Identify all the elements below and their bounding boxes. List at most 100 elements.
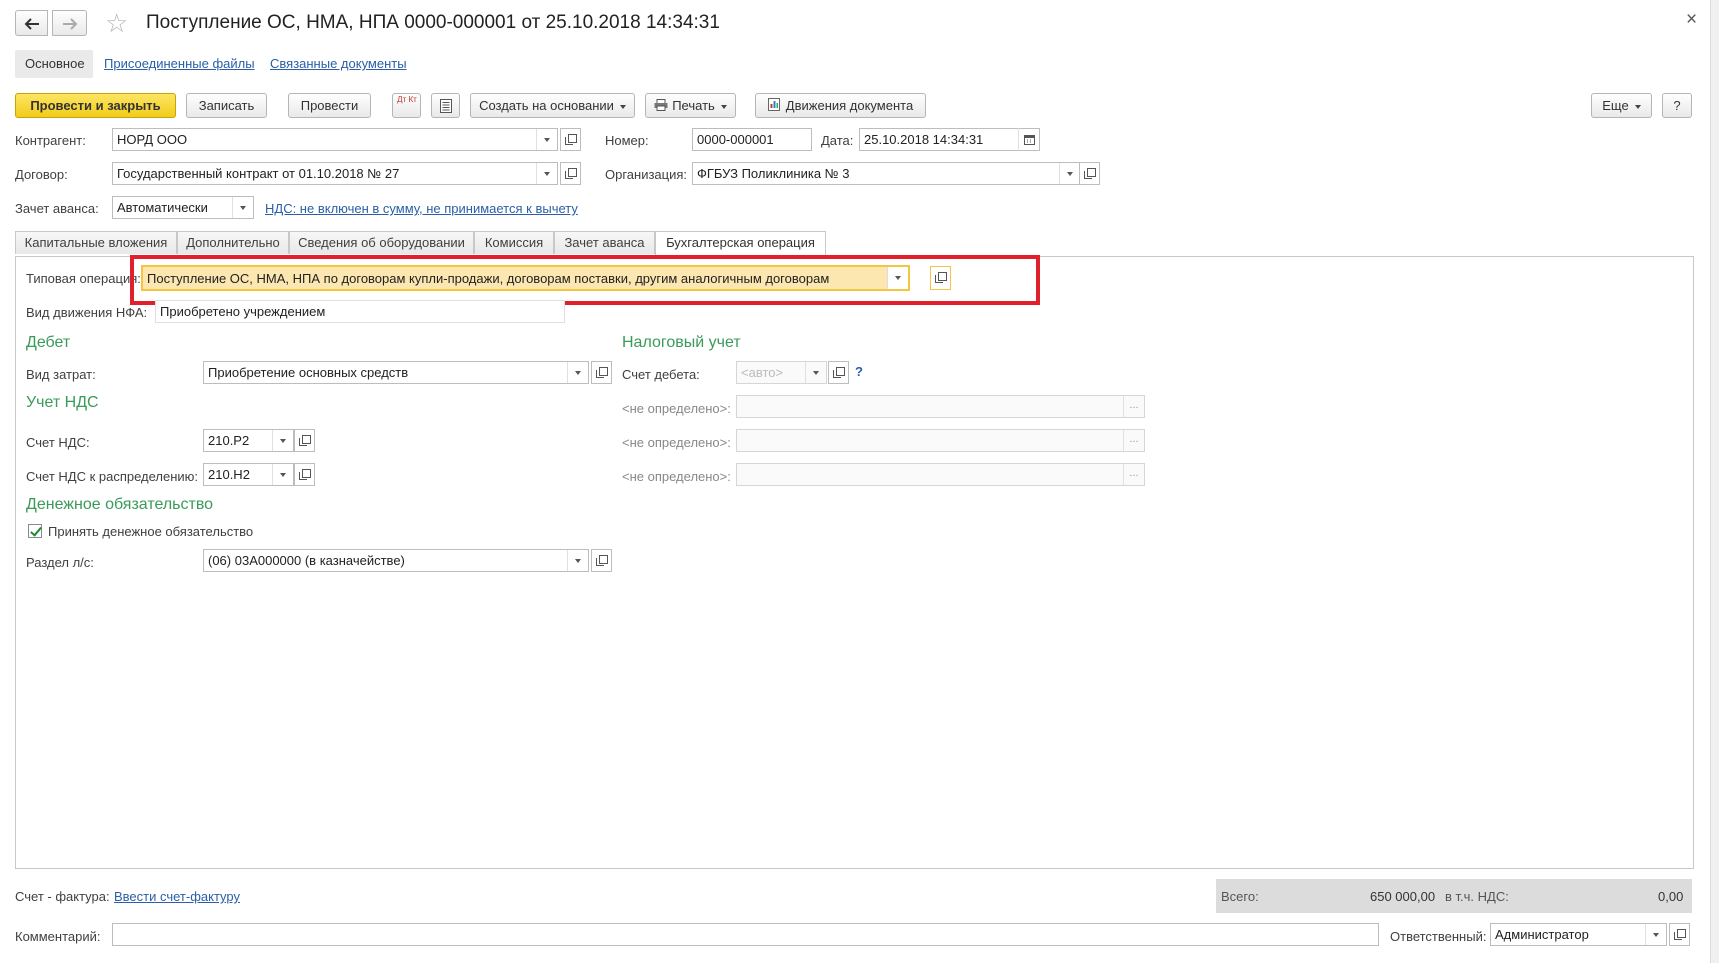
- vat-distribution-value: 210.Н2: [208, 467, 250, 482]
- tax-heading: Налоговый учет: [622, 334, 741, 351]
- tax-undefined-field-3[interactable]: ...: [736, 463, 1145, 486]
- responsible-label: Ответственный:: [1390, 929, 1487, 944]
- contract-field[interactable]: Государственный контракт от 01.10.2018 №…: [112, 162, 558, 185]
- calendar-button[interactable]: [1018, 128, 1040, 151]
- responsible-field[interactable]: Администратор: [1490, 923, 1667, 946]
- counterparty-value: НОРД ООО: [117, 132, 188, 147]
- tax-debit-account-open-button[interactable]: [828, 361, 849, 384]
- vat-included-label: в т.ч. НДС:: [1445, 889, 1509, 904]
- accept-obligation-checkbox[interactable]: [28, 524, 42, 538]
- tax-undefined-label-3: <не определено>:: [622, 469, 731, 484]
- list-button[interactable]: [431, 93, 460, 118]
- ellipsis-button[interactable]: ...: [1123, 464, 1144, 485]
- doc-movements-button[interactable]: Движения документа: [755, 93, 926, 118]
- invoice-link[interactable]: Ввести счет-фактуру: [114, 889, 240, 904]
- tab-advance-offset[interactable]: Зачет аванса: [554, 231, 655, 254]
- number-label: Номер:: [605, 133, 649, 148]
- vat-account-open-button[interactable]: [294, 429, 315, 452]
- ellipsis-button[interactable]: ...: [1123, 396, 1144, 417]
- favorite-star-icon[interactable]: ☆: [105, 8, 128, 38]
- vat-distribution-field[interactable]: 210.Н2: [203, 463, 294, 486]
- responsible-open-button[interactable]: [1669, 923, 1690, 946]
- tax-undefined-field-2[interactable]: ...: [736, 429, 1145, 452]
- comment-field[interactable]: [112, 923, 1379, 946]
- arrow-right-icon: [62, 18, 77, 30]
- dropdown-arrow-icon[interactable]: [232, 197, 253, 218]
- section-field[interactable]: (06) 03А000000 (в казначействе): [203, 549, 589, 572]
- dt-kt-button[interactable]: Дт Кт: [392, 93, 421, 118]
- window-right-edge: [1710, 0, 1719, 963]
- tab-accounting-operation[interactable]: Бухгалтерская операция: [655, 231, 826, 256]
- document-list-icon: [439, 99, 452, 113]
- tab-additional[interactable]: Дополнительно: [177, 231, 289, 254]
- dropdown-arrow-icon[interactable]: [536, 163, 557, 184]
- vat-account-label: Счет НДС:: [26, 435, 90, 450]
- vat-distribution-open-button[interactable]: [294, 463, 315, 486]
- tax-debit-account-field[interactable]: <авто>: [736, 361, 827, 384]
- nav-tab-attached-files[interactable]: Присоединенные файлы: [104, 56, 255, 71]
- print-button[interactable]: Печать: [645, 93, 736, 118]
- more-button[interactable]: Еще: [1591, 93, 1652, 118]
- nav-tab-main[interactable]: Основное: [15, 50, 93, 78]
- accept-obligation-label[interactable]: Принять денежное обязательство: [48, 524, 253, 539]
- section-label: Раздел л/с:: [26, 555, 94, 570]
- section-value: (06) 03А000000 (в казначействе): [208, 553, 405, 568]
- highlight-frame: [130, 255, 1040, 305]
- counterparty-field[interactable]: НОРД ООО: [112, 128, 558, 151]
- save-button[interactable]: Записать: [186, 93, 267, 118]
- doc-movements-label: Движения документа: [785, 98, 914, 113]
- organization-open-button[interactable]: [1079, 162, 1100, 185]
- calendar-icon: [1024, 135, 1035, 145]
- arrow-left-icon: [24, 18, 39, 30]
- post-and-close-button[interactable]: Провести и закрыть: [15, 93, 176, 118]
- contract-label: Договор:: [15, 167, 68, 182]
- help-question-icon[interactable]: ?: [855, 364, 863, 379]
- back-button[interactable]: [15, 10, 48, 36]
- dropdown-arrow-icon[interactable]: [272, 464, 293, 485]
- dropdown-arrow-icon[interactable]: [1059, 163, 1080, 184]
- advance-field[interactable]: Автоматически: [112, 196, 254, 219]
- organization-field[interactable]: ФГБУЗ Поликлиника № 3: [692, 162, 1081, 185]
- date-field[interactable]: 25.10.2018 14:34:31: [859, 128, 1040, 151]
- cost-type-field[interactable]: Приобретение основных средств: [203, 361, 589, 384]
- vat-settings-link[interactable]: НДС: не включен в сумму, не принимается …: [265, 201, 578, 216]
- tax-undefined-field-1[interactable]: ...: [736, 395, 1145, 418]
- dropdown-arrow-icon[interactable]: [536, 129, 557, 150]
- dropdown-arrow-icon[interactable]: [567, 362, 588, 383]
- vat-distribution-label: Счет НДС к распределению:: [26, 469, 199, 484]
- debit-heading: Дебет: [26, 334, 71, 351]
- tax-undefined-label-1: <не определено>:: [622, 401, 731, 416]
- chevron-down-icon: [619, 104, 626, 109]
- section-open-button[interactable]: [591, 549, 612, 572]
- counterparty-open-button[interactable]: [560, 128, 581, 151]
- movement-type-label: Вид движения НФА:: [26, 305, 148, 320]
- ellipsis-button[interactable]: ...: [1123, 430, 1144, 451]
- movements-report-icon: [767, 98, 780, 111]
- movement-type-field[interactable]: Приобретено учреждением: [155, 300, 565, 323]
- number-field[interactable]: 0000-000001: [692, 128, 812, 151]
- forward-button[interactable]: [52, 10, 87, 36]
- chevron-down-icon: [720, 104, 727, 109]
- dropdown-arrow-icon[interactable]: [567, 550, 588, 571]
- tab-capital-investments[interactable]: Капитальные вложения: [15, 231, 177, 254]
- typical-operation-label: Типовая операция:: [26, 271, 141, 286]
- total-label: Всего:: [1221, 889, 1259, 904]
- dropdown-arrow-icon[interactable]: [272, 430, 293, 451]
- nav-tab-main-label: Основное: [25, 56, 85, 71]
- nav-tab-related-docs[interactable]: Связанные документы: [270, 56, 407, 71]
- vat-included-value: 0,00: [1658, 889, 1684, 904]
- dropdown-arrow-icon[interactable]: [805, 362, 826, 383]
- help-button[interactable]: ?: [1662, 93, 1692, 118]
- create-based-on-button[interactable]: Создать на основании: [470, 93, 635, 118]
- advance-value: Автоматически: [117, 200, 208, 215]
- post-button[interactable]: Провести: [288, 93, 371, 118]
- vat-account-field[interactable]: 210.Р2: [203, 429, 294, 452]
- close-icon[interactable]: ×: [1686, 10, 1697, 30]
- more-label: Еще: [1602, 98, 1629, 113]
- dropdown-arrow-icon[interactable]: [1645, 924, 1666, 945]
- tab-commission[interactable]: Комиссия: [474, 231, 554, 254]
- date-label: Дата:: [821, 133, 854, 148]
- cost-type-open-button[interactable]: [591, 361, 612, 384]
- contract-open-button[interactable]: [560, 162, 581, 185]
- tab-equipment-info[interactable]: Сведения об оборудовании: [289, 231, 474, 254]
